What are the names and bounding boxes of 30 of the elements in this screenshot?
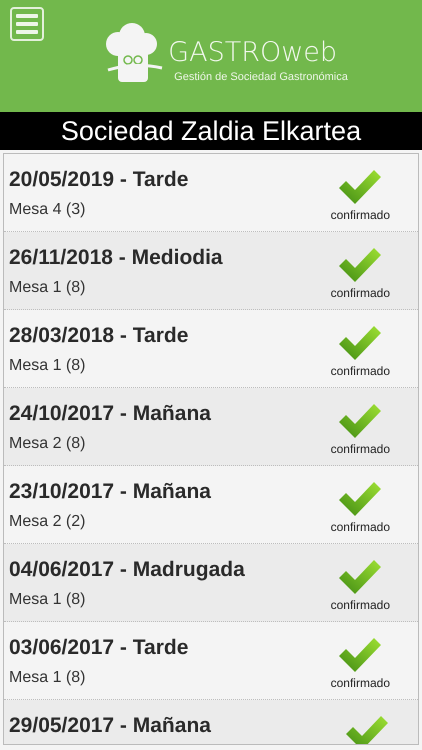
- table-info: Mesa 1 (8): [9, 279, 86, 297]
- status-label: confirmado: [330, 442, 390, 456]
- reservation-row[interactable]: 24/10/2017 - Mañana Mesa 2 (8) confirmado: [4, 388, 418, 466]
- menu-button[interactable]: [10, 7, 44, 41]
- reservation-row[interactable]: 04/06/2017 - Madrugada Mesa 1 (8) confirmado: [4, 544, 418, 622]
- reservation-row[interactable]: 26/11/2018 - Mediodia Mesa 1 (8) confirmado: [4, 232, 418, 310]
- reservation-date: 24/10/2017 - Mañana: [9, 402, 211, 426]
- status-label: confirmado: [330, 598, 390, 612]
- status-label: confirmado: [330, 286, 390, 300]
- reservation-date: 28/03/2018 - Tarde: [9, 324, 188, 348]
- reservation-date: 23/10/2017 - Mañana: [9, 480, 211, 504]
- status-label: confirmado: [330, 364, 390, 378]
- status-label: confirmado: [330, 676, 390, 690]
- table-info: Mesa 2 (2): [9, 513, 86, 531]
- reservation-row[interactable]: 29/05/2017 - Mañana: [4, 700, 418, 744]
- table-info: Mesa 4 (3): [9, 201, 86, 219]
- reservation-date: 20/05/2019 - Tarde: [9, 168, 188, 192]
- table-info: Mesa 1 (8): [9, 357, 86, 375]
- reservation-date: 03/06/2017 - Tarde: [9, 636, 188, 660]
- table-info: Mesa 1 (8): [9, 669, 86, 687]
- table-info: Mesa 2 (8): [9, 435, 86, 453]
- status-label: confirmado: [330, 208, 390, 222]
- society-title: Sociedad Zaldia Elkartea: [0, 112, 422, 150]
- status-label: confirmado: [330, 520, 390, 534]
- reservation-date: 26/11/2018 - Mediodia: [9, 246, 223, 270]
- table-info: Mesa 1 (8): [9, 591, 86, 609]
- reservation-date: 04/06/2017 - Madrugada: [9, 558, 245, 582]
- tagline: Gestión de Sociedad Gastronómica: [174, 71, 348, 83]
- reservation-date: 29/05/2017 - Mañana: [9, 714, 211, 738]
- brand-logo-text: GASTROweb: [168, 36, 338, 70]
